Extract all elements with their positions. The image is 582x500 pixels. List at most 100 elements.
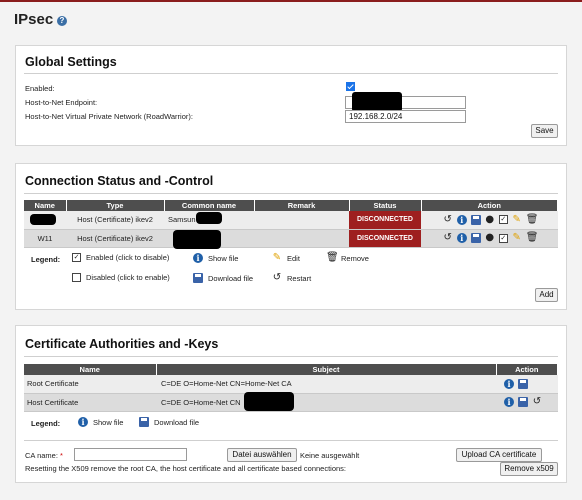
divider bbox=[24, 356, 558, 357]
col-action: Action bbox=[496, 364, 558, 375]
divider bbox=[24, 440, 558, 441]
legend-disabled: Disabled (click to enable) bbox=[70, 273, 170, 282]
download-icon[interactable] bbox=[470, 214, 481, 225]
trash-icon: 🗑 bbox=[326, 252, 339, 263]
download-icon[interactable] bbox=[518, 378, 528, 389]
add-button[interactable]: Add bbox=[535, 288, 558, 302]
edit-icon[interactable]: ✎ bbox=[512, 214, 522, 225]
certificates-title: Certificate Authorities and -Keys bbox=[25, 337, 219, 351]
enabled-label: Enabled: bbox=[25, 84, 55, 93]
legend-download-text: Download file bbox=[208, 273, 254, 283]
download-icon bbox=[139, 417, 149, 427]
info-icon: i bbox=[78, 417, 88, 427]
checkbox-icon[interactable]: ✓ bbox=[498, 215, 508, 225]
download-icon[interactable] bbox=[470, 233, 481, 243]
row-actions: i ↺ bbox=[496, 393, 558, 412]
ca-name-label: CA name: * bbox=[25, 451, 63, 460]
col-common-name: Common name bbox=[164, 200, 255, 211]
checkbox-icon[interactable]: ✓ bbox=[498, 233, 508, 243]
info-icon[interactable]: i bbox=[456, 214, 467, 225]
top-accent-bar bbox=[0, 0, 582, 2]
empty-checkbox-icon bbox=[72, 273, 81, 282]
info-icon[interactable]: i bbox=[456, 233, 467, 243]
vpn-label: Host-to-Net Virtual Private Network (Roa… bbox=[25, 112, 193, 121]
reset-text: Resetting the X509 remove the root CA, t… bbox=[25, 464, 347, 473]
certificates-card: Certificate Authorities and -Keys Name S… bbox=[15, 325, 567, 483]
vpn-field[interactable] bbox=[345, 110, 466, 123]
col-name: Name bbox=[24, 200, 67, 211]
table-header: Name Type Common name Remark Status Acti… bbox=[24, 200, 558, 211]
connections-card: Connection Status and -Control Name Type… bbox=[15, 163, 567, 310]
required-mark: * bbox=[60, 451, 63, 460]
restart-icon[interactable]: ↺ bbox=[443, 233, 453, 243]
status-badge: DISCONNECTED bbox=[349, 211, 421, 230]
table-row: Root Certificate C=DE O=Home-Net CN=Home… bbox=[24, 375, 558, 394]
row-actions: i bbox=[496, 375, 558, 394]
apple-icon[interactable]: ● bbox=[485, 214, 495, 225]
legend-disabled-text: Disabled (click to enable) bbox=[86, 273, 170, 282]
legend-download: Download file bbox=[191, 273, 253, 283]
col-name: Name bbox=[24, 364, 157, 375]
checkbox-icon: ✓ bbox=[72, 253, 81, 262]
redaction bbox=[30, 214, 56, 225]
legend-label: Legend: bbox=[31, 419, 61, 428]
row-subject: C=DE O=Home-Net CN=Home-Net CA bbox=[156, 375, 496, 394]
status-badge: DISCONNECTED bbox=[349, 229, 421, 248]
info-icon[interactable]: i bbox=[504, 397, 514, 407]
download-icon[interactable] bbox=[518, 397, 528, 407]
edit-icon: ✎ bbox=[272, 252, 282, 263]
restart-icon[interactable]: ↺ bbox=[443, 214, 453, 225]
edit-icon[interactable]: ✎ bbox=[512, 233, 522, 243]
row-name: Root Certificate bbox=[24, 375, 156, 394]
trash-icon[interactable]: 🗑 bbox=[526, 233, 539, 243]
row-subject: C=DE O=Home-Net CN bbox=[156, 393, 496, 412]
legend-show-file: i Show file bbox=[191, 253, 238, 263]
table-row: Host (Certificate) ikev2 Samsun DISCONNE… bbox=[24, 211, 558, 230]
legend-edit-text: Edit bbox=[287, 253, 300, 263]
legend-show-file: i Show file bbox=[76, 417, 123, 427]
download-icon bbox=[193, 273, 203, 283]
row-name: Host Certificate bbox=[24, 393, 156, 412]
ca-name-field[interactable] bbox=[74, 448, 187, 461]
redaction bbox=[244, 392, 294, 411]
row-actions: ↺ i ● ✓ ✎ 🗑 bbox=[421, 229, 558, 248]
row-remark bbox=[254, 211, 349, 230]
redaction bbox=[352, 92, 402, 112]
legend-enabled: ✓ Enabled (click to disable) bbox=[70, 253, 169, 262]
legend-show-file-text: Show file bbox=[208, 253, 239, 263]
redaction bbox=[173, 230, 221, 249]
page-title: IPsec bbox=[14, 11, 54, 28]
legend-restart-text: Restart bbox=[287, 273, 312, 283]
trash-icon[interactable]: 🗑 bbox=[526, 214, 539, 225]
row-remark bbox=[254, 229, 349, 248]
col-status: Status bbox=[349, 200, 422, 211]
info-icon[interactable]: i bbox=[504, 378, 514, 389]
upload-ca-button[interactable]: Upload CA certificate bbox=[456, 448, 542, 462]
restart-icon: ↺ bbox=[272, 272, 282, 283]
legend-download: Download file bbox=[137, 417, 199, 427]
connections-table: Name Type Common name Remark Status Acti… bbox=[24, 200, 558, 248]
global-settings-title: Global Settings bbox=[25, 55, 117, 69]
help-icon[interactable]: ? bbox=[57, 16, 67, 26]
no-file-label: Keine ausgewählt bbox=[300, 451, 360, 460]
legend-download-text: Download file bbox=[154, 417, 200, 427]
ca-name-label-text: CA name: bbox=[25, 451, 58, 460]
divider bbox=[24, 73, 558, 74]
info-icon: i bbox=[193, 253, 203, 263]
save-button[interactable]: Save bbox=[531, 124, 558, 138]
connections-title: Connection Status and -Control bbox=[25, 174, 214, 188]
legend-restart: ↺ Restart bbox=[270, 273, 311, 283]
restart-icon[interactable]: ↺ bbox=[532, 397, 542, 407]
legend-remove-text: Remove bbox=[341, 253, 369, 263]
enabled-checkbox[interactable] bbox=[346, 82, 355, 91]
col-action: Action bbox=[421, 200, 558, 211]
choose-file-button[interactable]: Datei auswählen bbox=[227, 448, 297, 462]
apple-icon[interactable]: ● bbox=[485, 233, 495, 243]
remove-x509-button[interactable]: Remove x509 bbox=[500, 462, 558, 476]
table-row: W11 Host (Certificate) ikev2 DISCONNECTE… bbox=[24, 229, 558, 248]
row-type: Host (Certificate) ikev2 bbox=[66, 229, 164, 248]
global-settings-card: Global Settings Enabled: Host-to-Net End… bbox=[15, 45, 567, 146]
legend-show-file-text: Show file bbox=[93, 417, 124, 427]
col-type: Type bbox=[66, 200, 165, 211]
legend-label: Legend: bbox=[31, 255, 61, 264]
